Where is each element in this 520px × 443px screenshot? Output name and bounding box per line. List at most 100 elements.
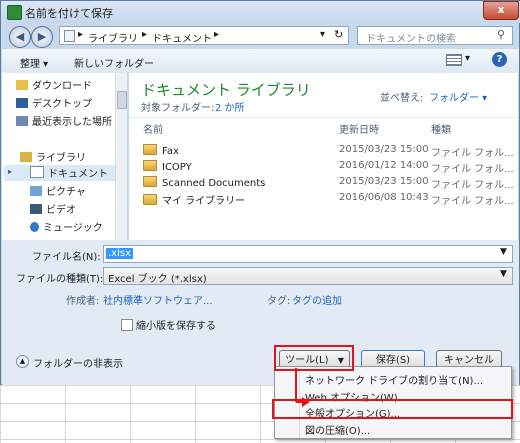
save-as-dialog: 名前を付けて保存 x ◀ ▶ ▸ ライブラリ ▸ ドキュメント ▸ ▾ ↻ ドキ… [0,0,520,385]
column-header-type[interactable]: 種類 [431,121,451,136]
navigation-pane: ダウンロード デスクトップ 最近表示した場所 ライブラリ ▸ ドキュメント ピク… [2,73,127,240]
header-divider [129,117,518,118]
breadcrumb-arrow-icon: ▸ [78,29,84,40]
column-header-name[interactable]: 名前 [143,121,163,136]
library-folder-icon [20,152,32,162]
file-list-pane: ドキュメント ライブラリ 対象フォルダー: 2 か所 並べ替え: フォルダー ▾… [129,73,518,240]
filename-field[interactable]: .xlsx ▼ [103,245,513,263]
file-date: 2016/06/08 10:43 [339,192,429,203]
navigation-bar: ◀ ▶ ▸ ライブラリ ▸ ドキュメント ▸ ▾ ↻ ドキュメントの検索 ⚲ [1,23,520,49]
author-label: 作成者: [66,296,100,307]
view-options-icon[interactable] [446,54,462,66]
videos-icon [30,204,42,214]
file-type: ファイル フォル... [431,180,514,191]
file-date: 2016/01/12 14:00 [339,160,429,171]
column-header-date[interactable]: 更新日時 [339,121,379,136]
nav-item-libraries[interactable]: ライブラリ [20,149,86,165]
documents-icon [30,166,44,178]
file-type: ファイル フォル... [431,164,514,175]
breadcrumb-arrow-icon: ▸ [214,29,220,40]
tag-value[interactable]: タグの追加 [292,292,342,307]
file-name: ICOPY [162,162,192,173]
filetype-value: Excel ブック (*.xlsx) [108,274,207,285]
search-input[interactable]: ドキュメントの検索 [357,26,513,45]
nav-item-videos[interactable]: ビデオ [30,201,76,217]
red-arrow-icon [295,368,310,407]
breadcrumb-arrow-icon: ▸ [142,29,148,40]
hide-folders-toggle[interactable]: フォルダーの非表示 [33,355,123,370]
chevron-down-icon[interactable]: ▾ [465,53,470,64]
search-icon[interactable]: ⚲ [497,28,505,41]
author-value[interactable]: 社内標準ソフトウェア... [103,292,213,307]
menu-item-map-network-drive[interactable]: ネットワーク ドライブの割り当て(N)... [305,372,483,387]
nav-item-label: ドキュメント [48,169,108,180]
nav-item-downloads[interactable]: ダウンロード [16,77,92,93]
desktop-icon [16,98,28,108]
chevron-down-icon[interactable]: ▼ [500,247,507,257]
folder-icon [143,160,157,171]
save-options-panel: ファイル名(N): .xlsx ▼ ファイルの種類(T): Excel ブック … [2,240,519,385]
window-title: 名前を付けて保存 [25,7,113,20]
organize-button[interactable]: 整理 ▾ [20,55,48,70]
new-folder-button[interactable]: 新しいフォルダー [74,55,154,70]
breadcrumb-library[interactable]: ライブラリ [88,30,138,45]
address-bar[interactable]: ▸ ライブラリ ▸ ドキュメント ▸ ▾ ↻ [59,26,349,45]
folder-icon [143,176,157,187]
toolbar: 整理 ▾ 新しいフォルダー ▾ ? [2,49,519,74]
nav-item-documents[interactable]: ▸ ドキュメント [4,165,123,181]
file-date: 2015/03/23 15:00 [339,144,429,155]
filetype-select[interactable]: Excel ブック (*.xlsx) ▼ [103,267,513,285]
file-type: ファイル フォル... [431,148,514,159]
nav-item-recent[interactable]: 最近表示した場所 [16,113,112,129]
nav-item-label: ピクチャ [46,187,86,198]
scrollbar-thumb[interactable] [117,91,127,109]
menu-item-compress-pictures[interactable]: 図の圧縮(O)... [305,422,370,437]
thumbnail-label: 縮小版を保存する [136,321,216,332]
file-name: Scanned Documents [162,178,266,189]
library-icon [64,30,75,42]
table-row[interactable]: Fax [143,144,179,159]
folder-icon [143,144,157,155]
music-icon [30,222,39,232]
table-row[interactable]: Scanned Documents [143,176,265,191]
navpane-scrollbar[interactable] [115,73,127,240]
pictures-icon [30,186,42,196]
nav-item-desktop[interactable]: デスクトップ [16,95,92,111]
tag-label: タグ: [267,296,291,307]
chevron-up-icon[interactable]: ▲ [16,355,29,368]
nav-item-pictures[interactable]: ピクチャ [30,183,86,199]
sort-dropdown[interactable]: フォルダー ▾ [429,89,487,104]
help-icon[interactable]: ? [492,52,507,67]
table-row[interactable]: マイ ライブラリー [143,192,245,207]
tools-highlight-box [274,345,354,371]
target-folder-link[interactable]: 2 か所 [215,99,245,114]
downloads-icon [16,80,28,90]
thumbnail-checkbox[interactable] [121,319,133,331]
filename-value: .xlsx [106,248,134,259]
title-bar: 名前を付けて保存 x [1,1,520,23]
target-folder-label: 対象フォルダー: [141,103,215,114]
refresh-icon[interactable]: ↻ [334,28,343,41]
nav-item-label: デスクトップ [32,99,92,110]
filetype-label: ファイルの種類(T): [16,274,104,285]
nav-item-label: ダウンロード [32,81,92,92]
chevron-down-icon[interactable]: ▼ [500,269,507,279]
file-date: 2015/03/23 15:00 [339,176,429,187]
nav-item-label: ミュージック [43,223,103,234]
sort-label: 並べ替え: [380,93,424,104]
chevron-down-icon[interactable]: ▾ [320,29,325,40]
file-type: ファイル フォル... [431,196,514,207]
close-button[interactable]: x [483,1,519,20]
nav-item-label: ビデオ [46,205,76,216]
breadcrumb-documents[interactable]: ドキュメント [152,30,212,45]
nav-item-label: ライブラリ [36,153,86,164]
filename-label: ファイル名(N): [32,252,101,263]
forward-button[interactable]: ▶ [31,26,53,48]
table-row[interactable]: ICOPY [143,160,192,175]
back-button[interactable]: ◀ [9,26,31,48]
file-name: マイ ライブラリー [162,196,246,207]
file-name: Fax [162,146,179,157]
nav-item-music[interactable]: ミュージック [30,219,103,235]
nav-item-label: 最近表示した場所 [32,117,112,128]
recent-places-icon [16,116,28,126]
